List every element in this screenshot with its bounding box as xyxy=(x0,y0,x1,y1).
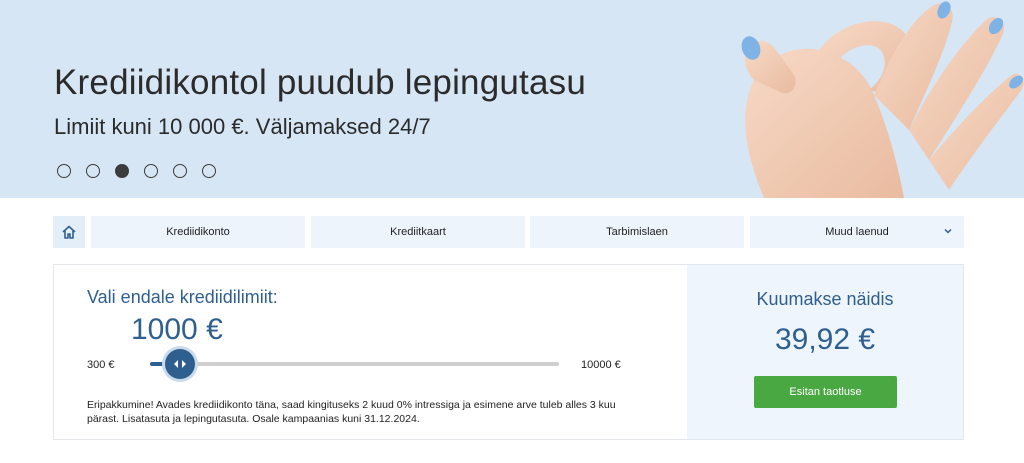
slider-min-label: 300 € xyxy=(87,359,115,371)
nav-item-label: Krediidikonto xyxy=(166,226,230,238)
nav-item-krediitkaart[interactable]: Krediitkaart xyxy=(311,216,525,248)
credit-calculator: Vali endale krediidilimiit: 1000 € 300 €… xyxy=(53,264,964,440)
limit-label: Vali endale krediidilimiit: xyxy=(87,287,278,307)
hero-banner: Krediidikontol puudub lepingutasu Limiit… xyxy=(0,0,1024,198)
nav-item-krediidikonto[interactable]: Krediidikonto xyxy=(91,216,305,248)
arrows-left-right-icon xyxy=(173,360,186,368)
nav-item-label: Muud laenud xyxy=(825,226,889,238)
carousel-dots xyxy=(57,164,216,178)
ok-hand-image xyxy=(741,1,1024,198)
nav-home-button[interactable] xyxy=(53,216,85,248)
promo-text: Eripakkumine! Avades krediidikonto täna,… xyxy=(87,399,616,425)
limit-selector: Vali endale krediidilimiit: 1000 € 300 €… xyxy=(54,265,687,439)
nav-item-label: Tarbimislaen xyxy=(606,226,668,238)
hero-title: Krediidikontol puudub lepingutasu xyxy=(54,63,586,102)
hero-subtitle: Limiit kuni 10 000 €. Väljamaksed 24/7 xyxy=(54,114,431,139)
limit-slider[interactable] xyxy=(150,349,559,379)
home-icon xyxy=(62,225,76,239)
slider-max-label: 10000 € xyxy=(581,359,621,371)
slider-thumb[interactable] xyxy=(164,349,195,379)
nav-item-tarbimislaen[interactable]: Tarbimislaen xyxy=(530,216,744,248)
payment-summary: Kuumakse näidis 39,92 € Esitan taotluse xyxy=(687,265,963,439)
apply-button[interactable]: Esitan taotluse xyxy=(754,376,897,408)
summary-title: Kuumakse näidis xyxy=(756,289,894,309)
monthly-payment-value: 39,92 € xyxy=(774,323,876,356)
carousel-dot-2[interactable] xyxy=(86,164,100,178)
carousel-dot-3[interactable] xyxy=(115,164,129,178)
carousel-dot-1[interactable] xyxy=(57,164,71,178)
limit-amount: 1000 € xyxy=(131,313,223,346)
carousel-dot-5[interactable] xyxy=(173,164,187,178)
nav-item-label: Krediitkaart xyxy=(390,226,446,238)
nav-item-muud-laenud[interactable]: Muud laenud xyxy=(750,216,964,248)
carousel-dot-6[interactable] xyxy=(202,164,216,178)
chevron-down-icon xyxy=(944,228,952,234)
carousel-dot-4[interactable] xyxy=(144,164,158,178)
product-nav: Krediidikonto Krediitkaart Tarbimislaen … xyxy=(53,216,964,248)
